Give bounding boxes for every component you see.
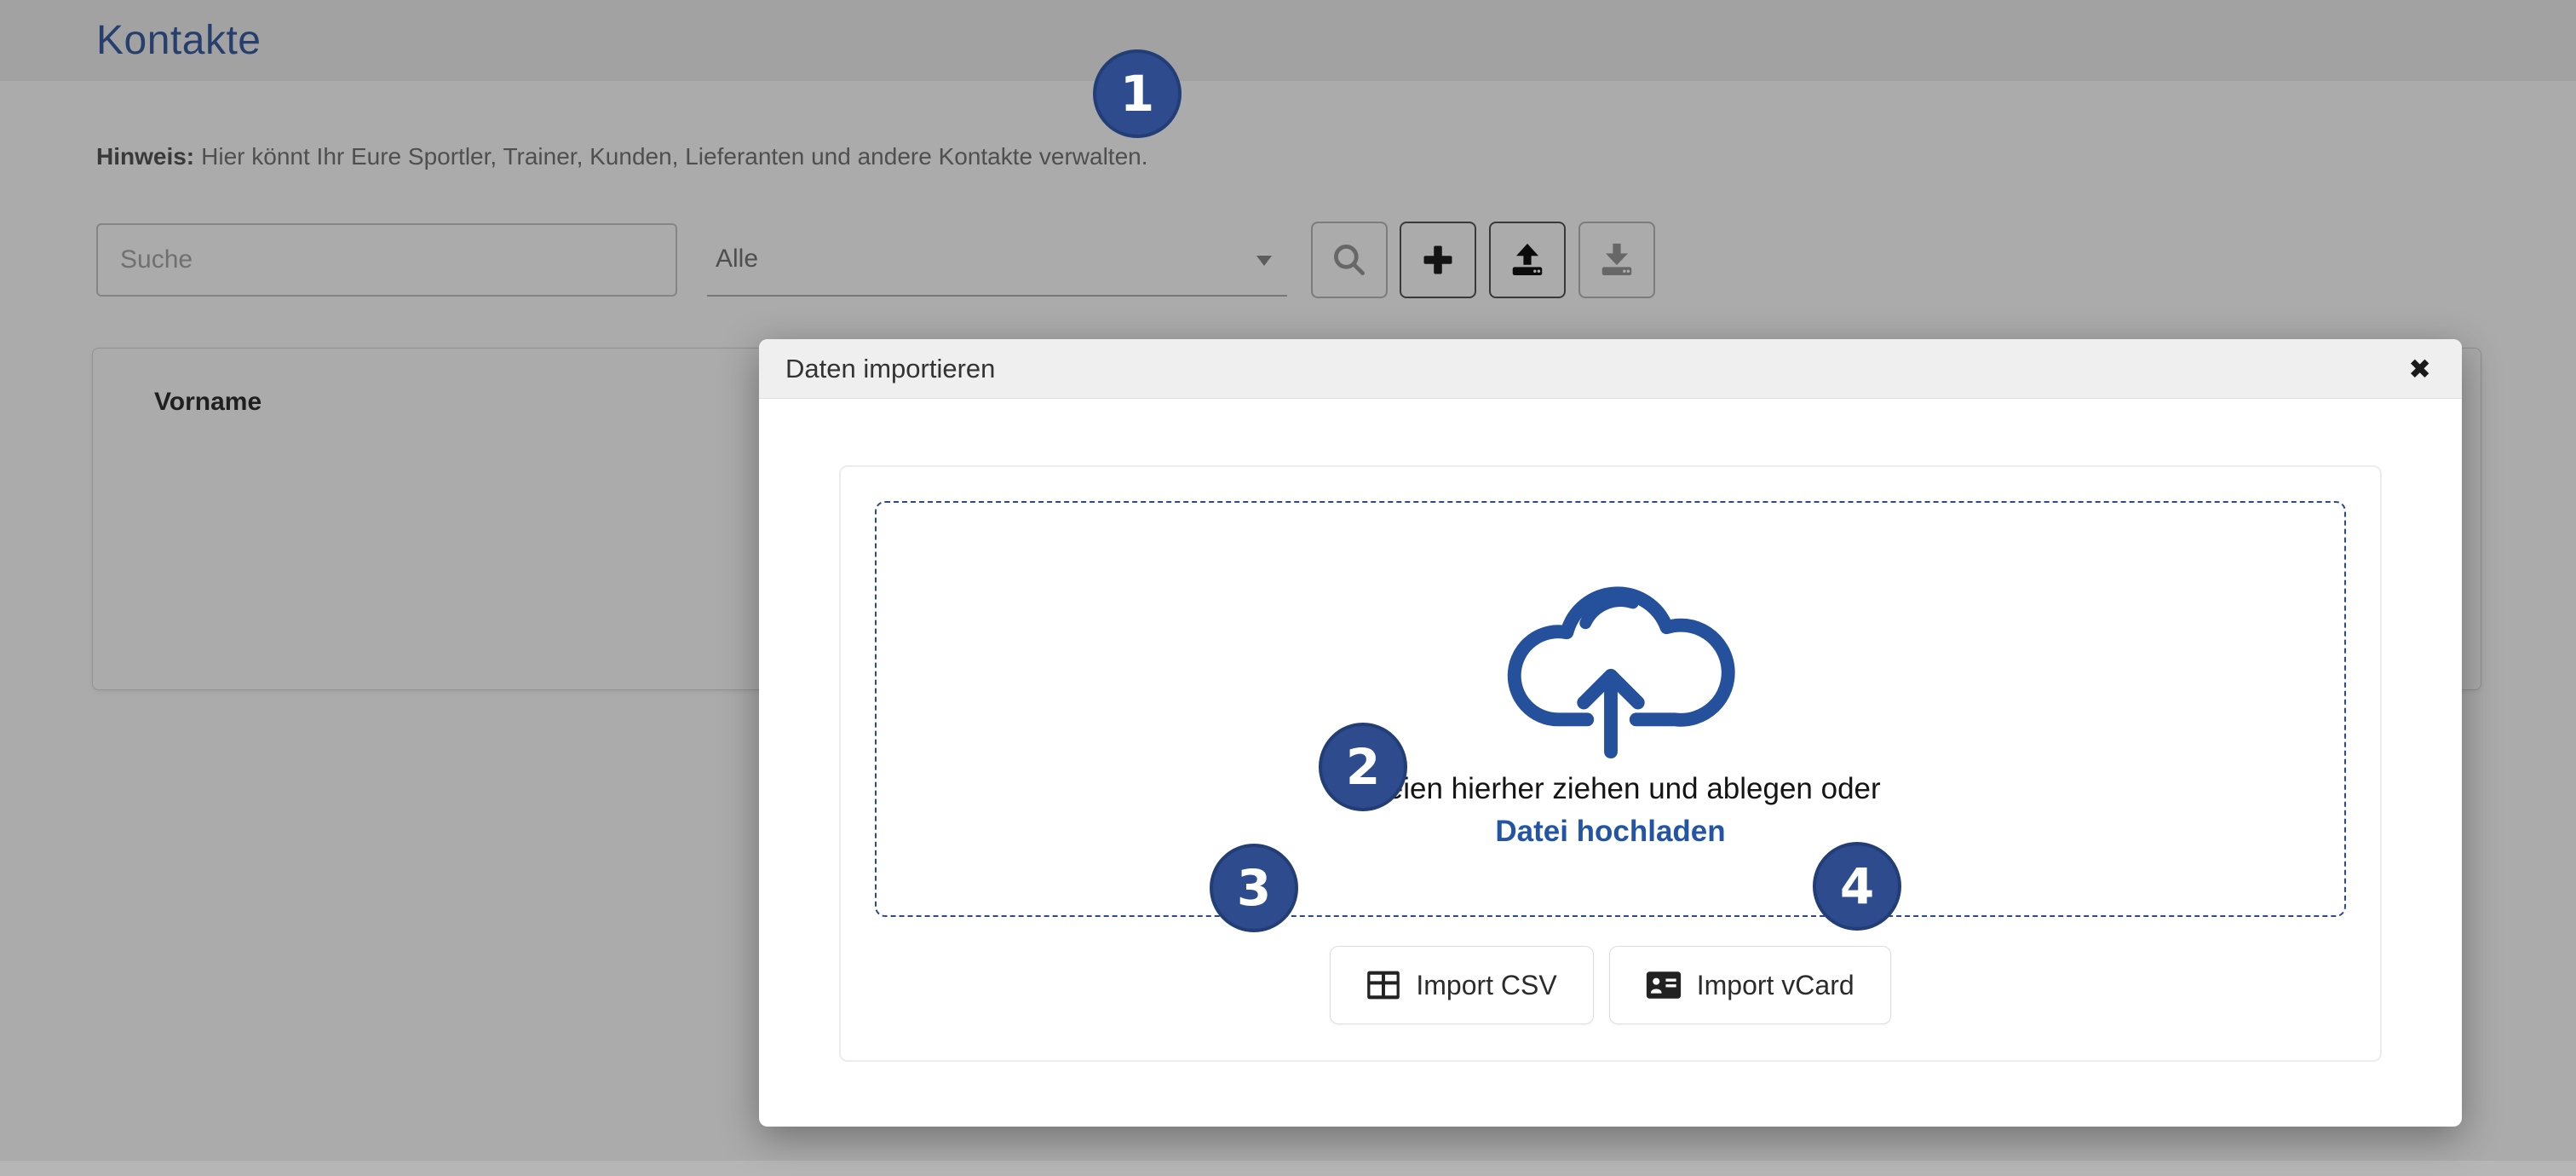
file-dropzone[interactable]: Dateien hierher ziehen und ablegen oder … [875, 501, 2346, 917]
annotation-badge-2: 2 [1319, 723, 1407, 811]
table-icon [1366, 970, 1400, 1000]
import-vcard-button[interactable]: Import vCard [1609, 946, 1891, 1024]
modal-header: Daten importieren ✖ [759, 339, 2462, 399]
modal-title: Daten importieren [785, 354, 995, 384]
annotation-badge-3: 3 [1210, 844, 1298, 932]
dropzone-text: Dateien hierher ziehen und ablegen oder [1340, 772, 1880, 806]
annotation-badge-1: 1 [1093, 49, 1182, 138]
import-csv-label: Import CSV [1416, 970, 1556, 1001]
address-card-icon [1646, 971, 1682, 1000]
import-modal: Daten importieren ✖ Dateien hierher zieh… [759, 339, 2462, 1127]
upload-file-link[interactable]: Datei hochladen [1495, 815, 1725, 849]
footer-strip [0, 1161, 2576, 1176]
modal-body: Dateien hierher ziehen und ablegen oder … [759, 399, 2462, 1062]
import-csv-button[interactable]: Import CSV [1330, 946, 1593, 1024]
annotation-badge-4: 4 [1813, 842, 1901, 931]
cloud-upload-icon [1483, 540, 1739, 760]
close-icon[interactable]: ✖ [2408, 339, 2431, 399]
import-button-row: Import CSV Import vCard [875, 946, 2346, 1024]
import-vcard-label: Import vCard [1697, 970, 1854, 1001]
import-card: Dateien hierher ziehen und ablegen oder … [839, 465, 2382, 1062]
